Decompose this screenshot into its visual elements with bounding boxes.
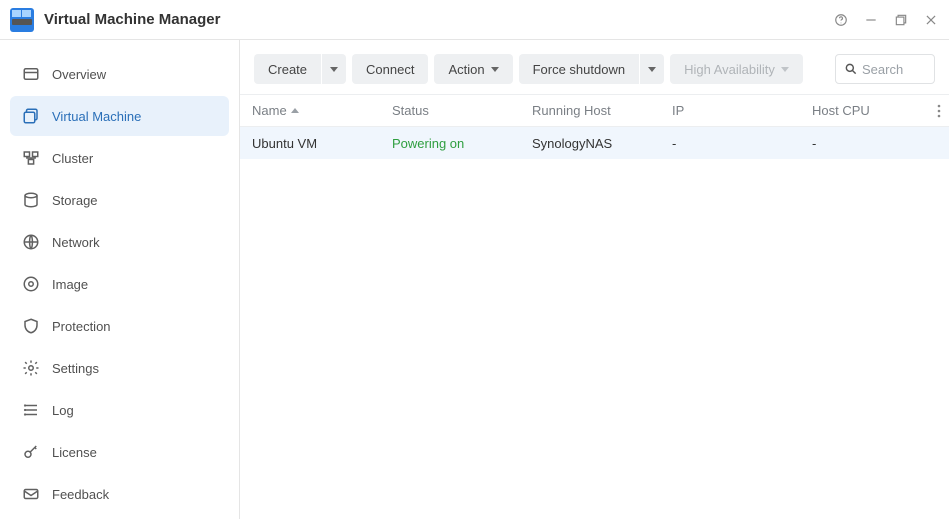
search-icon [844, 62, 858, 76]
sidebar-item-protection[interactable]: Protection [10, 306, 229, 346]
app-icon [10, 8, 34, 32]
sidebar-item-overview[interactable]: Overview [10, 54, 229, 94]
chevron-down-icon [491, 67, 499, 72]
sort-asc-icon [291, 108, 299, 113]
connect-button[interactable]: Connect [352, 54, 428, 84]
sidebar-item-label: License [52, 445, 97, 460]
create-dropdown-button[interactable] [322, 54, 346, 84]
shield-icon [22, 317, 40, 335]
table-row[interactable]: Ubuntu VM Powering on SynologyNAS - - [240, 127, 949, 159]
sidebar-item-license[interactable]: License [10, 432, 229, 472]
high-availability-button: High Availability [670, 54, 803, 84]
vm-table: Name Status Running Host IP Host CPU Ubu… [240, 94, 949, 159]
vm-ip: - [660, 136, 800, 151]
titlebar: Virtual Machine Manager [0, 0, 949, 40]
network-icon [22, 233, 40, 251]
overview-icon [22, 65, 40, 83]
high-availability-label: High Availability [684, 62, 775, 77]
create-button-group: Create [254, 54, 346, 84]
sidebar-item-label: Settings [52, 361, 99, 376]
window-controls [833, 12, 939, 28]
sidebar-item-network[interactable]: Network [10, 222, 229, 262]
search-box[interactable] [835, 54, 935, 84]
sidebar-item-cluster[interactable]: Cluster [10, 138, 229, 178]
chevron-down-icon [781, 67, 789, 72]
vm-name: Ubuntu VM [240, 136, 380, 151]
table-header: Name Status Running Host IP Host CPU [240, 95, 949, 127]
image-icon [22, 275, 40, 293]
action-label: Action [448, 62, 484, 77]
main: Create Connect Action Force shutdown Hig… [240, 40, 949, 519]
chevron-down-icon [330, 67, 338, 72]
column-header-name[interactable]: Name [240, 103, 380, 118]
sidebar-item-virtual-machine[interactable]: Virtual Machine [10, 96, 229, 136]
sidebar-item-settings[interactable]: Settings [10, 348, 229, 388]
virtual-machine-icon [22, 107, 40, 125]
sidebar-item-label: Cluster [52, 151, 93, 166]
sidebar-item-label: Overview [52, 67, 106, 82]
sidebar-item-image[interactable]: Image [10, 264, 229, 304]
force-shutdown-button[interactable]: Force shutdown [519, 54, 640, 84]
chevron-down-icon [648, 67, 656, 72]
help-icon[interactable] [833, 12, 849, 28]
column-header-ip[interactable]: IP [660, 103, 800, 118]
more-vertical-icon [937, 104, 941, 118]
force-shutdown-dropdown-button[interactable] [640, 54, 664, 84]
sidebar-item-label: Feedback [52, 487, 109, 502]
column-header-host[interactable]: Running Host [520, 103, 660, 118]
cluster-icon [22, 149, 40, 167]
sidebar-item-storage[interactable]: Storage [10, 180, 229, 220]
close-icon[interactable] [923, 12, 939, 28]
sidebar-item-log[interactable]: Log [10, 390, 229, 430]
sidebar: Overview Virtual Machine Cluster Storage… [0, 40, 240, 519]
vm-cpu: - [800, 136, 925, 151]
vm-host: SynologyNAS [520, 136, 660, 151]
vm-status: Powering on [380, 136, 520, 151]
search-input[interactable] [862, 62, 922, 77]
force-shutdown-button-group: Force shutdown [519, 54, 665, 84]
window-title: Virtual Machine Manager [44, 11, 220, 28]
sidebar-item-label: Protection [52, 319, 111, 334]
sidebar-item-label: Network [52, 235, 100, 250]
key-icon [22, 443, 40, 461]
log-icon [22, 401, 40, 419]
sidebar-item-feedback[interactable]: Feedback [10, 474, 229, 514]
column-menu-button[interactable] [925, 104, 949, 118]
column-header-cpu[interactable]: Host CPU [800, 103, 925, 118]
column-header-status[interactable]: Status [380, 103, 520, 118]
maximize-icon[interactable] [893, 12, 909, 28]
sidebar-item-label: Virtual Machine [52, 109, 141, 124]
sidebar-item-label: Image [52, 277, 88, 292]
mail-icon [22, 485, 40, 503]
gear-icon [22, 359, 40, 377]
sidebar-item-label: Storage [52, 193, 98, 208]
action-button[interactable]: Action [434, 54, 512, 84]
create-button[interactable]: Create [254, 54, 321, 84]
minimize-icon[interactable] [863, 12, 879, 28]
storage-icon [22, 191, 40, 209]
toolbar: Create Connect Action Force shutdown Hig… [240, 40, 949, 94]
sidebar-item-label: Log [52, 403, 74, 418]
